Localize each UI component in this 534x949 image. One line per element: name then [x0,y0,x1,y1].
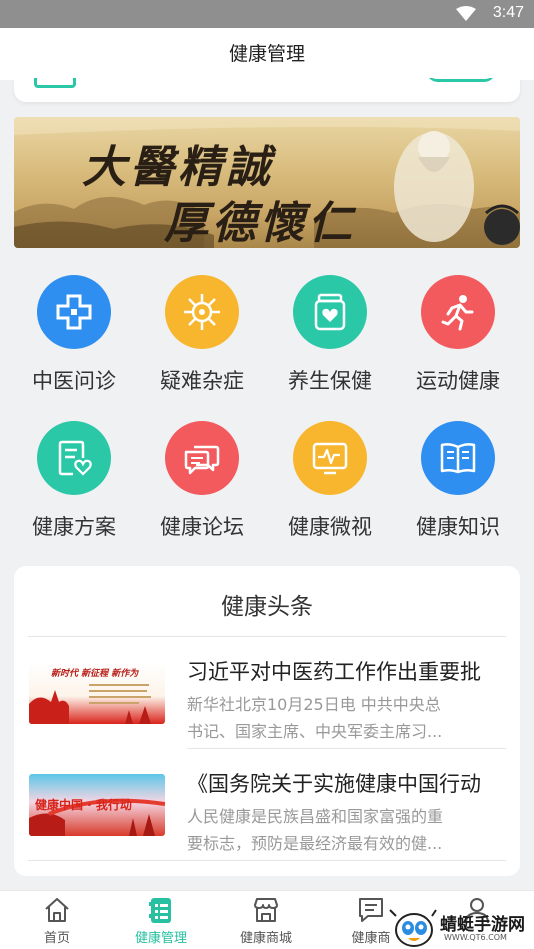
site-watermark: 蜻蜓手游网 WWW.QT6.COM [388,906,534,949]
news-headline: 《国务院关于实施健康中国行动 [187,772,481,796]
health-management-icon [149,898,171,923]
news-headline: 习近平对中医药工作作出重要批 [187,660,481,684]
category-label: 养生保健 [288,369,372,393]
news-thumbnail: 健康中国 · 我行动 [29,774,165,836]
category-label: 健康知识 [416,515,500,539]
tab-label: 健康商城 [239,931,292,946]
tab-health-store[interactable]: 健康商城 [213,891,319,949]
status-time: 3:47 [492,4,524,21]
tab-label: 首页 [43,931,70,946]
running-person-icon [421,275,495,349]
video-monitor-icon [293,421,367,495]
category-label: 健康方案 [32,515,116,539]
news-desc-line1: 人民健康是民族昌盛和国家富强的重 [187,807,444,826]
card-button-fragment[interactable] [426,78,496,82]
medical-cross-icon [37,275,111,349]
category-tcm-consult[interactable]: 中医问诊 [10,275,138,395]
news-thumbnail-caption: 新时代 新征程 新作为 [51,669,139,679]
category-label: 中医问诊 [32,369,116,393]
status-bar: 3:47 [0,0,534,28]
category-difficult-diseases[interactable]: 疑难杂症 [138,275,266,395]
category-health-forum[interactable]: 健康论坛 [138,421,266,541]
category-wellness[interactable]: 养生保健 [266,275,394,395]
category-label: 运动健康 [416,369,500,393]
watermark-name: 蜻蜓手游网 [440,915,525,935]
category-health-knowledge[interactable]: 健康知识 [394,421,522,541]
category-label: 健康微视 [288,515,372,539]
banner-text-line1: 大醫精誠 [82,142,274,193]
tab-health-management[interactable]: 健康管理 [108,891,214,949]
category-label: 疑难杂症 [160,369,244,393]
category-label: 健康论坛 [160,515,244,539]
dragonfly-mascot-icon [389,909,437,947]
chat-bubbles-icon [165,421,239,495]
message-icon [359,898,383,922]
home-icon [45,898,69,922]
news-thumbnail-caption: 健康中国 · 我行动 [35,798,132,812]
virus-icon [165,275,239,349]
news-desc-line1: 新华社北京10月25日电 中共中央总 [187,695,441,714]
news-section-title: 健康头条 [221,594,313,620]
scrolled-card-fragment [14,78,520,102]
news-item[interactable]: 新时代 新征程 新作为 习近平对中医药工作作出重要批 新华社北京10月25日电 … [14,636,520,748]
news-thumbnail: 新时代 新征程 新作为 [29,662,165,724]
banner-text-line2: 厚德懷仁 [164,198,356,248]
news-item[interactable]: 健康中国 · 我行动 《国务院关于实施健康中国行动 人民健康是民族昌盛和国家富强… [14,748,520,860]
category-health-plan[interactable]: 健康方案 [10,421,138,541]
news-desc-line2: 要标志，预防是最经济最有效的健... [187,834,443,853]
page-title: 健康管理 [0,28,534,80]
book-icon [421,421,495,495]
banner[interactable]: 大醫精誠 厚德懷仁 [14,117,520,248]
tab-label: 健康管理 [134,931,187,946]
wifi-icon [456,6,476,21]
category-health-video[interactable]: 健康微视 [266,421,394,541]
health-jar-icon [293,275,367,349]
health-plan-icon [37,421,111,495]
category-sports-health[interactable]: 运动健康 [394,275,522,395]
tab-home[interactable]: 首页 [4,891,110,949]
watermark-url: WWW.QT6.COM [444,933,507,942]
store-icon [254,898,278,922]
news-card: 健康头条 新时代 新征程 新作为 习近平对中医药工作作出重要批 新华社北京10月… [14,566,520,876]
news-desc-line2: 书记、国家主席、中央军委主席习... [187,722,443,741]
divider [28,860,506,861]
card-icon-fragment [34,78,76,88]
